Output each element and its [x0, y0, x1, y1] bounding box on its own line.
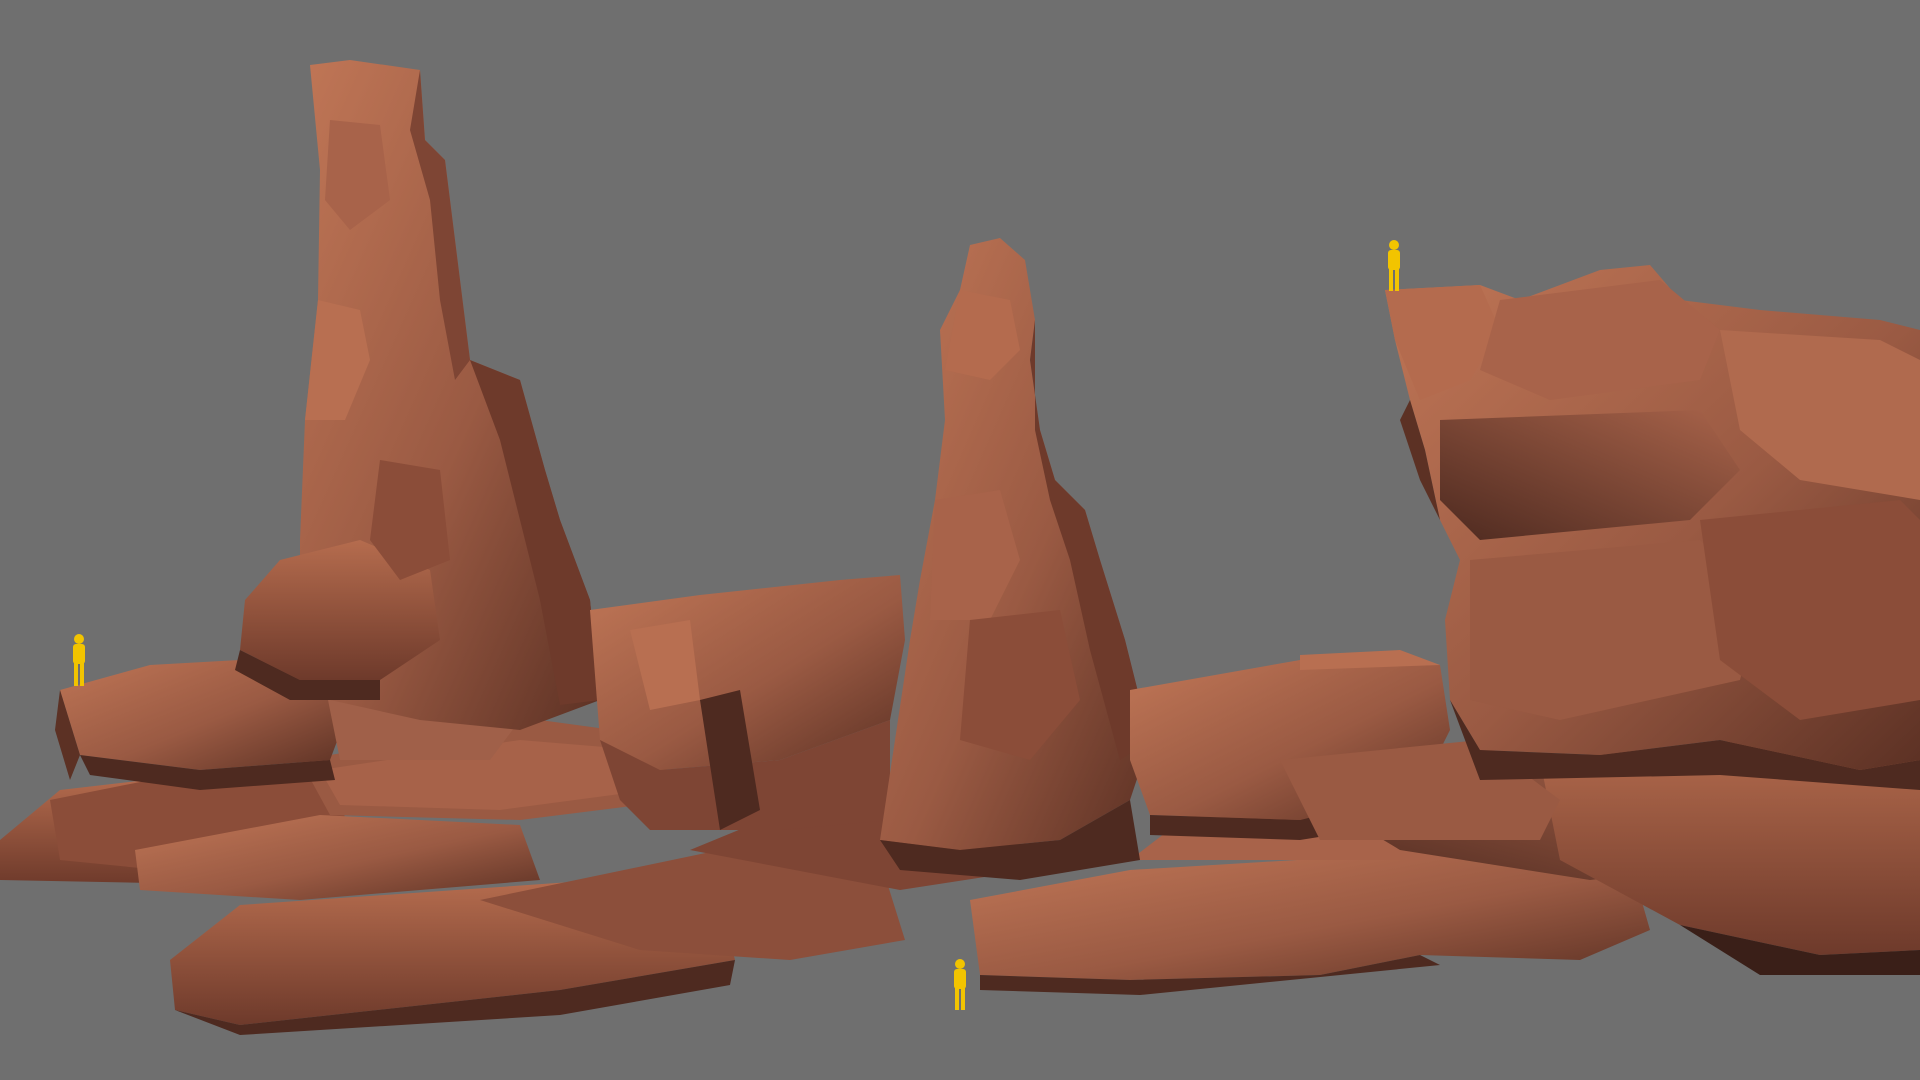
standing-person-icon [954, 959, 966, 1010]
scale-figure-ground [954, 959, 966, 1010]
standing-person-icon [73, 634, 85, 686]
scale-figure-cliff-top [1388, 240, 1400, 291]
tall-rock-spire [235, 60, 600, 730]
render-viewport [0, 0, 1920, 1080]
right-rock-cliff [1385, 265, 1920, 790]
standing-person-icon [1388, 240, 1400, 291]
middle-rock-blocks [590, 575, 905, 830]
middle-rock-spire [880, 238, 1150, 880]
rock-formation-scene [0, 60, 1920, 1035]
scale-figure-left-ledge [73, 634, 85, 686]
